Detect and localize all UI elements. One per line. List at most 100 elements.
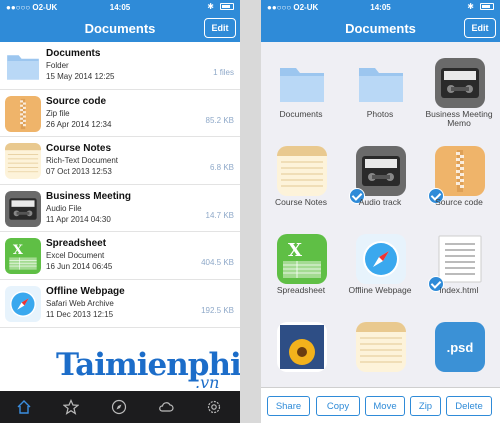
item-type: Audio File: [46, 203, 82, 213]
list-item[interactable]: Business Meeting Audio File 11 Apr 2014 …: [0, 185, 240, 233]
item-type: Excel Document: [46, 251, 105, 261]
item-type: Rich-Text Document: [46, 156, 119, 166]
cloud-icon[interactable]: [158, 399, 174, 415]
delete-button[interactable]: Delete: [446, 396, 492, 416]
bluetooth-icon: ✱: [467, 2, 474, 11]
list-item[interactable]: Offline Webpage Safari Web Archive 11 De…: [0, 280, 240, 328]
grid-item-label: Business Meeting Memo: [425, 109, 493, 128]
grid-item-label: Offline Webpage: [348, 285, 412, 295]
item-type: Safari Web Archive: [46, 298, 114, 308]
safari-icon: [5, 285, 41, 322]
excel-icon: X: [5, 238, 41, 275]
document-list: Documents Folder 15 May 2014 12:25 1 fil…: [0, 42, 240, 328]
grid-item-label: Photos: [366, 109, 394, 119]
action-toolbar: Share Copy Move Zip Delete: [261, 387, 500, 423]
grid-item-label: index.html: [439, 285, 479, 295]
zip-icon: [5, 95, 41, 132]
item-date: 16 Jun 2014 06:45: [46, 262, 113, 272]
grid-item[interactable]: Photos: [341, 42, 419, 130]
status-time: 14:05: [109, 3, 131, 12]
zip-button[interactable]: Zip: [410, 396, 441, 416]
battery-icon: [220, 3, 234, 10]
safari-icon: [356, 234, 406, 284]
item-date: 11 Apr 2014 04:30: [46, 214, 111, 224]
notes-icon: [5, 143, 41, 180]
grid-item-label: Course Notes: [275, 197, 327, 207]
grid-item[interactable]: Source code: [420, 130, 498, 218]
battery-icon: [480, 3, 494, 10]
grid-item[interactable]: Audio track: [341, 130, 419, 218]
status-bar: ●●○○○ O2-UK 14:05 ✱: [0, 0, 240, 14]
grid-item-label: Source code: [435, 197, 483, 207]
document-grid: Documents Photos Business Meeting Memo C…: [261, 42, 500, 387]
grid-item[interactable]: Course Notes: [262, 130, 340, 218]
grid-item[interactable]: Offline Webpage: [341, 218, 419, 306]
screen-divider: [240, 0, 261, 423]
grid-item-label: Documents: [279, 109, 323, 119]
copy-button[interactable]: Copy: [316, 396, 360, 416]
svg-text:X: X: [288, 240, 302, 261]
star-icon[interactable]: [63, 399, 79, 415]
grid-item[interactable]: [341, 306, 419, 394]
item-date: 07 Oct 2013 12:53: [46, 167, 112, 177]
grid-item-label: Audio track: [358, 197, 402, 207]
share-button[interactable]: Share: [267, 396, 310, 416]
item-size: 14.7 KB: [205, 210, 234, 220]
item-name: Documents: [46, 48, 101, 59]
edit-button[interactable]: Edit: [204, 18, 236, 38]
grid-item[interactable]: X Spreadsheet: [262, 218, 340, 306]
excel-icon: X: [277, 234, 327, 284]
item-type: Folder: [46, 61, 69, 70]
list-item[interactable]: Course Notes Rich-Text Document 07 Oct 2…: [0, 137, 240, 185]
status-time: 14:05: [370, 3, 391, 12]
item-name: Course Notes: [46, 143, 112, 155]
compass-icon[interactable]: [111, 399, 127, 415]
notes-icon: [356, 322, 406, 372]
edit-button[interactable]: Edit: [464, 18, 496, 38]
item-size: 85.2 KB: [205, 115, 234, 125]
grid-item[interactable]: index.html: [420, 218, 498, 306]
nav-bar: Documents Edit: [0, 14, 240, 42]
item-date: 26 Apr 2014 12:34: [46, 119, 112, 129]
psd-icon: .psd: [435, 322, 485, 372]
list-item[interactable]: Documents Folder 15 May 2014 12:25 1 fil…: [0, 42, 240, 90]
grid-item[interactable]: Documents: [262, 42, 340, 130]
notes-icon: [277, 146, 327, 196]
list-item[interactable]: Source code Zip file 26 Apr 2014 12:34 8…: [0, 90, 240, 138]
item-name: Spreadsheet: [46, 238, 107, 250]
folder-icon: [277, 58, 327, 108]
audio-icon: [5, 190, 41, 227]
home-icon[interactable]: [16, 399, 32, 415]
item-name: Business Meeting: [46, 190, 132, 202]
folder-icon: [356, 58, 406, 108]
zip-icon: [435, 146, 485, 196]
item-size: 192.5 KB: [201, 305, 234, 315]
item-type: Zip file: [46, 108, 70, 118]
audio-icon: [356, 146, 406, 196]
item-size: 1 files: [213, 68, 234, 77]
status-bar: ●●○○○ O2-UK 14:05 ✱: [261, 0, 500, 14]
documents-grid-screen: ●●○○○ O2-UK 14:05 ✱ Documents Edit Docum…: [261, 0, 500, 423]
item-date: 15 May 2014 12:25: [46, 72, 115, 81]
settings-icon[interactable]: [206, 399, 222, 415]
grid-item[interactable]: .psd: [420, 306, 498, 394]
grid-item[interactable]: Business Meeting Memo: [420, 42, 498, 130]
item-name: Source code: [46, 95, 107, 107]
grid-item-label: Spreadsheet: [276, 285, 326, 295]
nav-bar: Documents Edit: [261, 14, 500, 42]
item-date: 11 Dec 2013 12:15: [46, 309, 114, 319]
audio-icon: [435, 58, 485, 108]
documents-list-screen: ●●○○○ O2-UK 14:05 ✱ Documents Edit Docum…: [0, 0, 240, 423]
html-icon: [435, 234, 485, 284]
move-button[interactable]: Move: [365, 396, 405, 416]
bluetooth-icon: ✱: [207, 2, 214, 11]
item-name: Offline Webpage: [46, 285, 125, 297]
image-icon: [277, 322, 327, 372]
item-size: 404.5 KB: [201, 258, 234, 268]
list-item[interactable]: X Spreadsheet Excel Document 16 Jun 2014…: [0, 232, 240, 280]
svg-text:X: X: [13, 243, 24, 258]
folder-icon: [5, 48, 41, 84]
grid-item[interactable]: [262, 306, 340, 394]
svg-text:.psd: .psd: [447, 340, 474, 355]
watermark-domain: .vn: [195, 373, 220, 392]
